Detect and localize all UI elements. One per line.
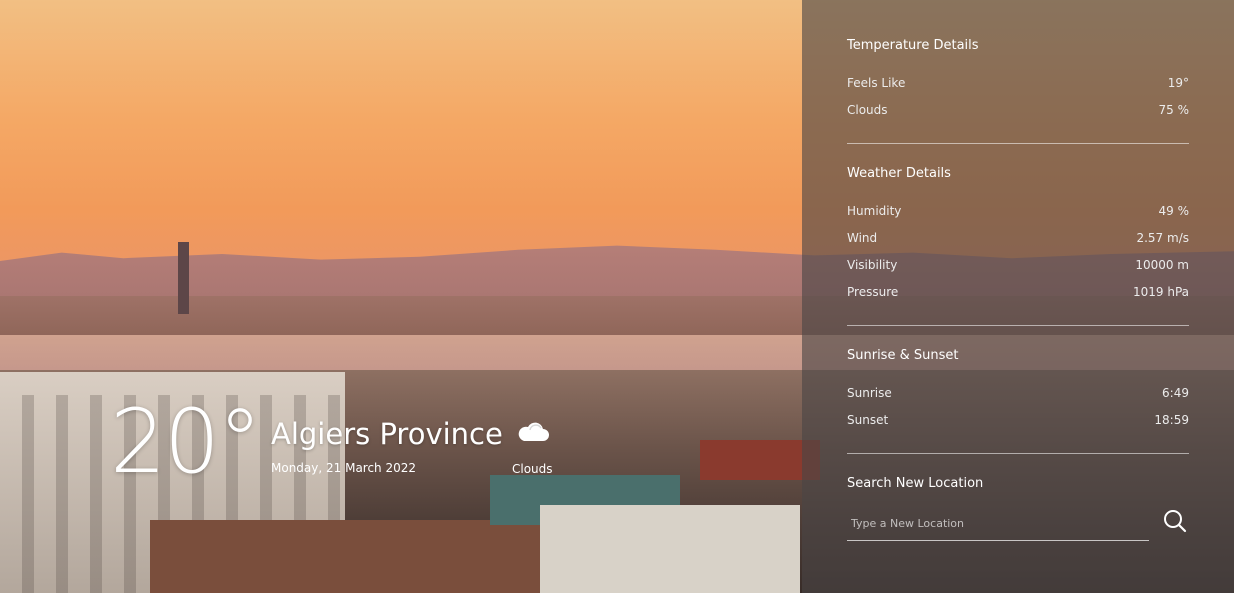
current-temperature: 20° <box>110 390 262 493</box>
building <box>540 505 800 593</box>
sunrise-sunset-section: Sunrise & Sunset Sunrise 6:49 Sunset 18:… <box>847 348 1189 433</box>
detail-row-humidity: Humidity 49 % <box>847 197 1189 224</box>
location-name: Algiers Province <box>271 417 503 451</box>
detail-label: Humidity <box>847 203 902 218</box>
detail-value: 19° <box>1167 75 1189 90</box>
search-icon[interactable] <box>1162 508 1188 534</box>
divider <box>847 325 1189 326</box>
detail-value: 49 % <box>1158 203 1190 218</box>
detail-row-wind: Wind 2.57 m/s <box>847 224 1189 251</box>
search-field-wrapper <box>847 507 1149 541</box>
divider <box>847 453 1189 454</box>
tower <box>178 242 189 314</box>
detail-label: Sunrise <box>847 385 892 400</box>
detail-row-sunrise: Sunrise 6:49 <box>847 379 1189 406</box>
detail-label: Pressure <box>847 284 899 299</box>
detail-label: Sunset <box>847 412 889 427</box>
detail-row-visibility: Visibility 10000 m <box>847 251 1189 278</box>
building <box>150 520 540 593</box>
cloud-icon <box>518 422 549 441</box>
detail-value: 75 % <box>1158 102 1190 117</box>
detail-label: Clouds <box>847 102 888 117</box>
temperature-details-section: Temperature Details Feels Like 19° Cloud… <box>847 0 1189 123</box>
detail-row-clouds: Clouds 75 % <box>847 96 1189 123</box>
section-title: Sunrise & Sunset <box>847 348 959 363</box>
section-title: Search New Location <box>847 476 984 491</box>
detail-value: 10000 m <box>1135 257 1189 272</box>
detail-row-feels-like: Feels Like 19° <box>847 69 1189 96</box>
location-search-input[interactable] <box>847 517 1107 530</box>
search-section: Search New Location <box>847 476 1189 541</box>
detail-label: Feels Like <box>847 75 906 90</box>
detail-label: Visibility <box>847 257 898 272</box>
detail-row-pressure: Pressure 1019 hPa <box>847 278 1189 305</box>
current-date: Monday, 21 March 2022 <box>271 461 417 475</box>
detail-value: 2.57 m/s <box>1136 230 1189 245</box>
weather-details-section: Weather Details Humidity 49 % Wind 2.57 … <box>847 166 1189 305</box>
detail-value: 1019 hPa <box>1132 284 1189 299</box>
detail-label: Wind <box>847 230 878 245</box>
detail-row-sunset: Sunset 18:59 <box>847 406 1189 433</box>
detail-value: 18:59 <box>1154 412 1189 427</box>
detail-value: 6:49 <box>1162 385 1189 400</box>
details-panel: Temperature Details Feels Like 19° Cloud… <box>802 0 1234 593</box>
divider <box>847 143 1189 144</box>
section-title: Weather Details <box>847 166 951 181</box>
section-title: Temperature Details <box>847 38 979 53</box>
condition-label: Clouds <box>512 462 553 476</box>
